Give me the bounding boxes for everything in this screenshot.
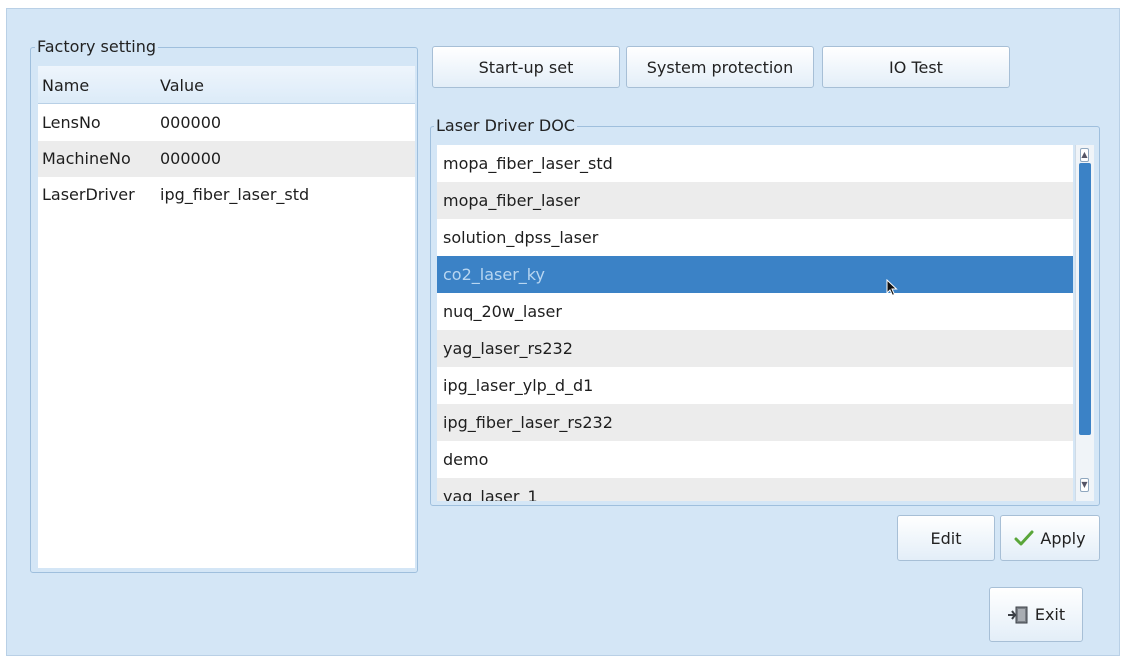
list-item[interactable]: ipg_laser_ylp_d_d1 [437, 367, 1073, 404]
scroll-thumb[interactable] [1079, 163, 1091, 435]
checkmark-icon [1014, 530, 1034, 546]
io-test-button[interactable]: IO Test [822, 46, 1010, 88]
laser-driver-list[interactable]: mopa_fiber_laser_std mopa_fiber_laser so… [437, 145, 1073, 501]
list-item[interactable]: ipg_fiber_laser_rs232 [437, 404, 1073, 441]
list-item[interactable]: mopa_fiber_laser [437, 182, 1073, 219]
factory-setting-table: Name Value LensNo 000000 MachineNo 00000… [38, 66, 415, 568]
row-value: 000000 [160, 149, 222, 168]
table-row[interactable]: MachineNo 000000 [38, 141, 415, 177]
startup-set-button[interactable]: Start-up set [432, 46, 620, 88]
list-scrollbar[interactable]: ▲ ▼ [1075, 145, 1094, 501]
row-name: LensNo [42, 113, 101, 132]
exit-door-icon [1007, 606, 1028, 623]
list-item[interactable]: yag_laser_1 [437, 478, 1073, 501]
list-item[interactable]: demo [437, 441, 1073, 478]
row-value: ipg_fiber_laser_std [160, 185, 310, 204]
list-item-selected[interactable]: co2_laser_ky [437, 256, 1073, 293]
row-name: MachineNo [42, 149, 131, 168]
list-item[interactable]: solution_dpss_laser [437, 219, 1073, 256]
exit-button[interactable]: Exit [989, 587, 1083, 642]
edit-button[interactable]: Edit [897, 515, 995, 561]
system-protection-label: System protection [646, 57, 794, 77]
list-item[interactable]: yag_laser_rs232 [437, 330, 1073, 367]
system-protection-button[interactable]: System protection [626, 46, 814, 88]
apply-label: Apply [1040, 528, 1086, 548]
header-value: Value [160, 76, 204, 95]
row-name: LaserDriver [42, 185, 135, 204]
exit-label: Exit [1034, 605, 1066, 624]
row-value: 000000 [160, 113, 222, 132]
scroll-down-arrow[interactable]: ▼ [1080, 478, 1089, 492]
list-item[interactable]: mopa_fiber_laser_std [437, 145, 1073, 182]
scroll-up-arrow[interactable]: ▲ [1080, 148, 1089, 162]
startup-set-label: Start-up set [478, 57, 574, 77]
table-row[interactable]: LensNo 000000 [38, 105, 415, 141]
list-item[interactable]: nuq_20w_laser [437, 293, 1073, 330]
mouse-pointer-icon [886, 279, 898, 297]
factory-setting-title: Factory setting [35, 37, 158, 56]
edit-label: Edit [930, 528, 962, 548]
io-test-label: IO Test [889, 57, 943, 77]
apply-button[interactable]: Apply [1000, 515, 1100, 561]
laser-driver-title: Laser Driver DOC [434, 116, 577, 135]
table-header: Name Value [38, 66, 415, 104]
header-name: Name [42, 76, 90, 95]
table-row[interactable]: LaserDriver ipg_fiber_laser_std [38, 177, 415, 213]
